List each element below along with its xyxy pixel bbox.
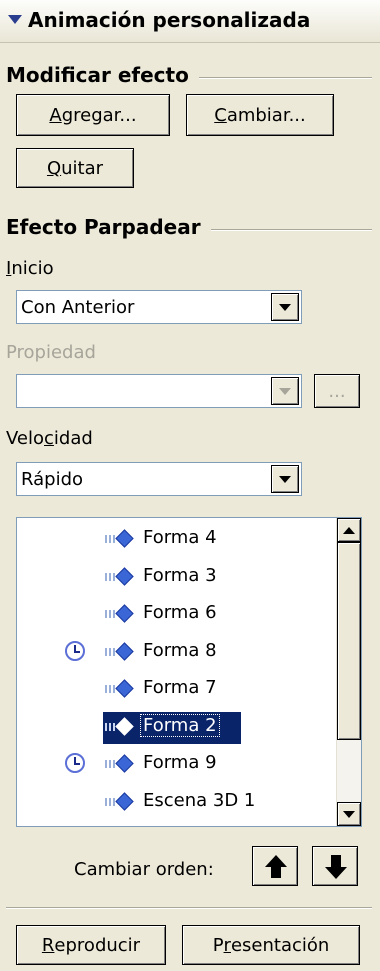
emphasis-effect-icon — [105, 791, 135, 811]
arrow-down-icon — [343, 810, 355, 818]
velocidad-select-value: Rápido — [21, 468, 84, 490]
emphasis-effect-icon — [105, 641, 135, 661]
scroll-up-button[interactable] — [337, 518, 361, 542]
section-title-modificar-efecto: Modificar efecto — [6, 63, 199, 87]
presentacion-label-post: esentación — [230, 934, 330, 956]
task-pane-title: Animación personalizada — [28, 8, 311, 32]
emphasis-effect-icon — [105, 716, 135, 736]
propiedad-label: Propiedad — [6, 342, 96, 363]
arrow-down-icon — [325, 867, 347, 879]
inicio-label-text: nicio — [11, 258, 54, 279]
inicio-select[interactable]: Con Anterior — [16, 290, 302, 324]
reproducir-button[interactable]: Reproducir — [16, 925, 166, 965]
agregar-button[interactable]: Agregar... — [16, 94, 170, 136]
propiedad-more-button: ... — [314, 374, 360, 408]
propiedad-dropdown-button — [271, 377, 299, 405]
cambiar-accesskey: C — [214, 104, 227, 126]
cambiar-button[interactable]: Cambiar... — [186, 94, 334, 136]
reproducir-label: eproducir — [54, 934, 141, 956]
agregar-label: gregar... — [61, 104, 137, 126]
emphasis-effect-icon — [105, 754, 135, 773]
animation-item-name: Forma 7 — [143, 677, 217, 698]
animation-item-name: Escena 3D 1 — [143, 789, 256, 811]
animation-list-item[interactable]: Forma 2 — [17, 711, 327, 744]
animation-list-item[interactable]: Forma 9 — [17, 749, 327, 781]
velocidad-label-pre: Velo — [6, 428, 45, 449]
chevron-down-icon — [279, 475, 291, 483]
velocidad-label-post: idad — [53, 428, 93, 449]
clock-icon — [65, 753, 85, 773]
move-down-button[interactable] — [312, 846, 358, 886]
velocidad-accesskey: c — [44, 428, 54, 449]
clock-icon — [65, 640, 85, 661]
animation-list-item[interactable]: Escena 3D 1 — [17, 787, 327, 819]
animation-list-item[interactable]: Forma 3 — [17, 562, 327, 594]
animation-item-name: Forma 3 — [143, 564, 217, 586]
arrow-up-stem — [271, 866, 281, 878]
agregar-accesskey: A — [49, 104, 62, 126]
task-pane-title-bar[interactable]: Animación personalizada — [0, 0, 380, 43]
animation-item-name: Forma 2 — [140, 713, 220, 737]
scroll-thumb[interactable] — [337, 542, 361, 740]
collapse-triangle-icon[interactable] — [8, 15, 22, 24]
inicio-label: Inicio — [6, 258, 54, 279]
animation-item-name: Forma 6 — [143, 602, 217, 623]
quitar-button[interactable]: Quitar — [16, 148, 134, 188]
arrow-up-icon — [343, 526, 355, 534]
emphasis-effect-icon — [105, 566, 135, 586]
velocidad-dropdown-button[interactable] — [271, 465, 299, 493]
animation-list-item[interactable]: Forma 4 — [17, 524, 327, 556]
animation-list[interactable]: Forma 4 Forma 3 Forma 6 Forma 8 Forma 7 Forma… — [16, 517, 362, 827]
propiedad-select — [16, 374, 302, 408]
inicio-select-value: Con Anterior — [21, 296, 135, 318]
animation-list-item[interactable]: Forma 6 — [17, 599, 327, 631]
emphasis-effect-icon — [105, 604, 135, 623]
quitar-label: uitar — [61, 157, 104, 179]
emphasis-effect-icon — [105, 679, 135, 698]
animation-item-name: Forma 9 — [143, 752, 217, 773]
cambiar-label: ambiar... — [226, 104, 306, 126]
velocidad-select[interactable]: Rápido — [16, 462, 302, 496]
velocidad-label: Velocidad — [6, 428, 93, 449]
scroll-down-button[interactable] — [337, 802, 361, 826]
inicio-dropdown-button[interactable] — [271, 293, 299, 321]
footer-divider — [6, 907, 372, 909]
arrow-down-stem — [331, 855, 341, 867]
cambiar-orden-label: Cambiar orden: — [74, 859, 214, 880]
presentacion-accesskey: r — [223, 934, 231, 956]
move-up-button[interactable] — [252, 846, 298, 886]
quitar-accesskey: Q — [46, 157, 62, 179]
ellipsis-label: ... — [328, 380, 346, 402]
emphasis-effect-icon — [105, 529, 135, 548]
animation-item-name: Forma 8 — [143, 639, 217, 661]
animation-item-name: Forma 4 — [143, 527, 217, 548]
presentacion-button[interactable]: Pr esentación — [182, 925, 360, 965]
reproducir-accesskey: R — [41, 934, 55, 956]
list-scrollbar[interactable] — [336, 518, 361, 826]
chevron-down-icon — [279, 387, 291, 395]
section-title-efecto: Efecto Parpadear — [6, 215, 211, 239]
chevron-down-icon — [279, 303, 291, 311]
animation-list-item[interactable]: Forma 7 — [17, 674, 327, 706]
presentacion-label-pre: P — [212, 934, 224, 956]
animation-list-item[interactable]: Forma 8 — [17, 637, 327, 669]
